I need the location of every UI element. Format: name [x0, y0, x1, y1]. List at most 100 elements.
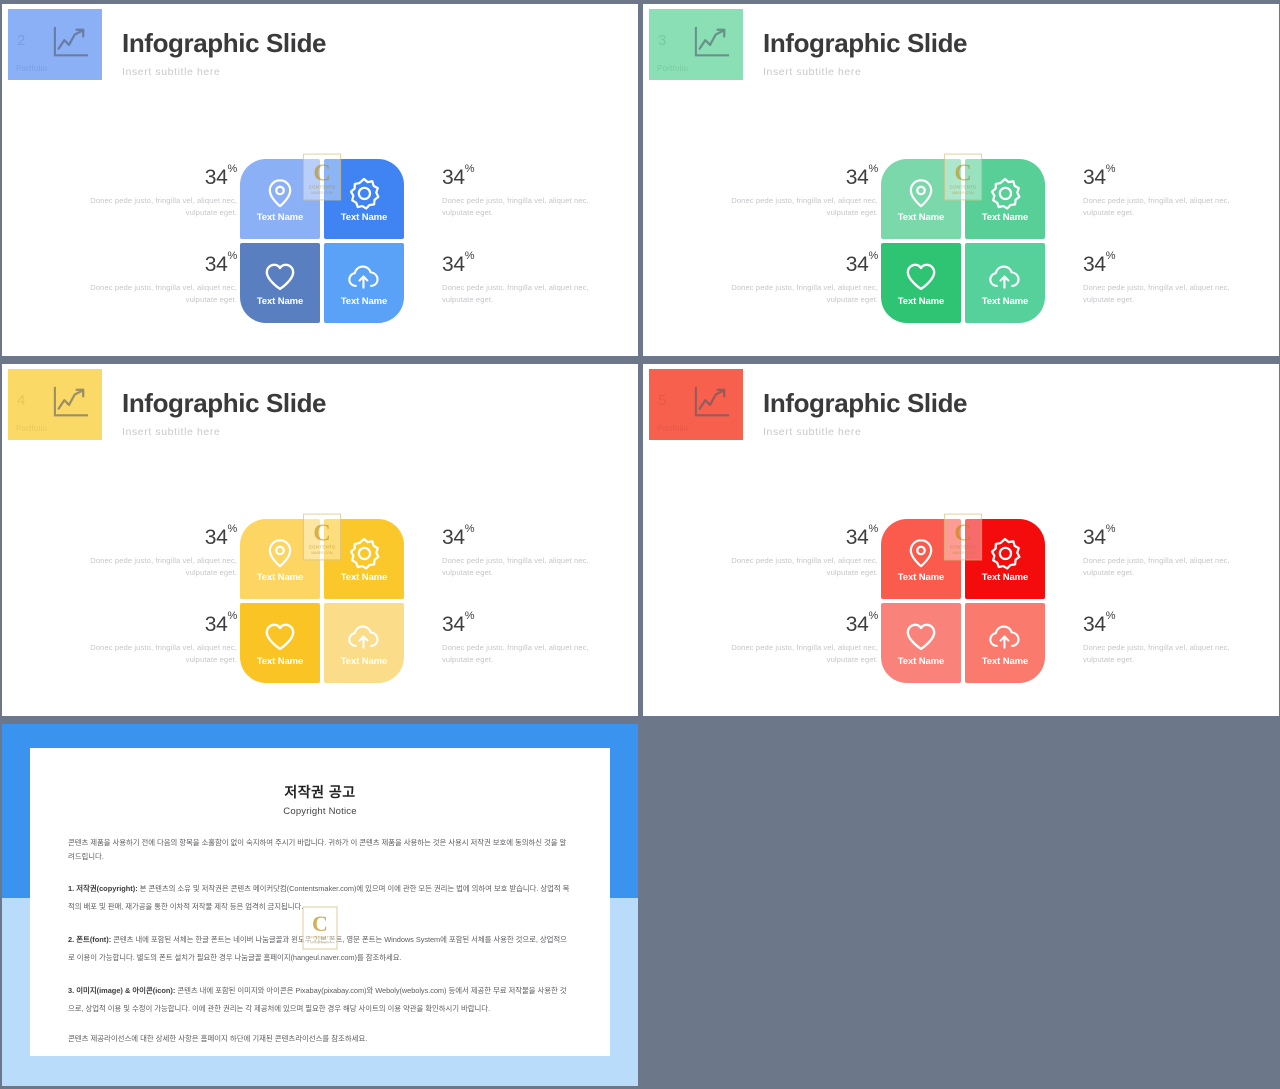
badge-number: 2 [17, 32, 26, 49]
stat-percent: 34% [845, 523, 879, 549]
slide-5[interactable]: 5 Portfolio Infographic Slide Insert subtit… [643, 364, 1279, 716]
petal-label: Text Name [981, 211, 1029, 223]
petal-label: Text Name [340, 211, 388, 223]
badge-subtitle: Portfolio [657, 64, 689, 73]
slide-copyright-notice[interactable]: 저작권 공고 Copyright Notice 콘텐츠 제품을 사용하기 전에 다음… [2, 724, 638, 1086]
copyright-paper: 저작권 공고 Copyright Notice 콘텐츠 제품을 사용하기 전에 다음… [30, 748, 610, 1056]
stat-percent: 34% [204, 523, 238, 549]
cloud-upload-icon [988, 260, 1022, 294]
petal-2[interactable]: Text Name [965, 519, 1045, 599]
stat-description: Donec pede justo, fringilla vel, aliquet… [731, 196, 878, 217]
stat-percent: 34% [1083, 610, 1116, 636]
petal-4[interactable]: Text Name [965, 243, 1045, 323]
stat-description: Donec pede justo, fringilla vel, aliquet… [442, 556, 589, 577]
petal-3[interactable]: Text Name [240, 243, 320, 323]
stat-percent: 34% [204, 163, 238, 189]
stat-description: Donec pede justo, fringilla vel, aliquet… [90, 196, 237, 217]
slide-3[interactable]: 3 Portfolio Infographic Slide Insert subtit… [643, 4, 1279, 356]
page-subtitle: Insert subtitle here [763, 426, 862, 438]
petal-1[interactable]: Text Name [881, 519, 961, 599]
location-pin-icon [263, 176, 297, 210]
stat-block-3: 34% Donec pede justo, fringilla vel, aliq… [77, 611, 237, 666]
stat-description: Donec pede justo, fringilla vel, aliquet… [731, 556, 878, 577]
stat-percent: 34% [1083, 250, 1116, 276]
slide-4[interactable]: 4 Portfolio Infographic Slide Insert subtit… [2, 364, 638, 716]
stat-description: Donec pede justo, fringilla vel, aliquet… [442, 643, 589, 664]
badge-number: 3 [658, 32, 667, 49]
petal-label: Text Name [256, 211, 304, 223]
stat-percent: 34% [442, 163, 475, 189]
petal-cluster: Text Name Text Name Text Name Text Name [881, 519, 1045, 683]
petal-label: Text Name [981, 655, 1029, 667]
copyright-outro: 콘텐츠 제공라이선스에 대한 상세한 사항은 홈페이지 하단에 기재된 콘텐츠라… [68, 1034, 368, 1044]
stat-block-4: 34% Donec pede justo, fringilla vel, aliq… [442, 251, 602, 306]
stat-percent: 34% [204, 250, 238, 276]
stat-percent: 34% [442, 610, 475, 636]
petal-label: Text Name [897, 655, 945, 667]
slide-2[interactable]: 2 Portfolio Infographic Slide Insert subtit… [2, 4, 638, 356]
stat-description: Donec pede justo, fringilla vel, aliquet… [1083, 643, 1230, 664]
petal-3[interactable]: Text Name [240, 603, 320, 683]
stat-block-1: 34% Donec pede justo, fringilla vel, aliq… [718, 523, 879, 579]
petal-label: Text Name [897, 295, 945, 307]
petal-3[interactable]: Text Name [881, 243, 961, 323]
petal-label: Text Name [340, 655, 388, 667]
heart-icon [904, 620, 938, 654]
stat-block-1: 34% Donec pede justo, fringilla vel, aliq… [77, 163, 238, 219]
stat-block-1: 34% Donec pede justo, fringilla vel, aliq… [77, 523, 238, 579]
petal-label: Text Name [256, 295, 304, 307]
petal-1[interactable]: Text Name [240, 159, 320, 239]
petal-2[interactable]: Text Name [324, 159, 404, 239]
petal-label: Text Name [897, 211, 945, 223]
stat-description: Donec pede justo, fringilla vel, aliquet… [90, 556, 237, 577]
line-chart-icon [51, 26, 89, 60]
stat-description: Donec pede justo, fringilla vel, aliquet… [442, 283, 589, 304]
badge-subtitle: Portfolio [16, 424, 48, 433]
stat-block-2: 34% Donec pede justo, fringilla vel, aliq… [442, 163, 602, 219]
stat-block-3: 34% Donec pede justo, fringilla vel, aliq… [77, 250, 238, 306]
stat-block-4: 34% Donec pede justo, fringilla vel, aliq… [442, 610, 602, 666]
cloud-upload-icon [988, 620, 1022, 654]
petal-4[interactable]: Text Name [965, 603, 1045, 683]
petal-4[interactable]: Text Name [324, 243, 404, 323]
copyright-watermark-logo [302, 906, 338, 950]
stat-block-2: 34% Donec pede justo, fringilla vel, aliq… [442, 523, 602, 579]
page-title: Infographic Slide [763, 388, 968, 418]
stat-description: Donec pede justo, fringilla vel, aliquet… [731, 283, 878, 304]
petal-3[interactable]: Text Name [881, 603, 961, 683]
stat-block-1: 34% Donec pede justo, fringilla vel, aliq… [718, 163, 879, 219]
badge-subtitle: Portfolio [16, 64, 48, 73]
petal-4[interactable]: Text Name [324, 603, 404, 683]
copyright-title-ko: 저작권 공고 [284, 784, 356, 800]
location-pin-icon [263, 536, 297, 570]
badge-subtitle: Portfolio [657, 424, 689, 433]
stat-percent: 34% [845, 610, 879, 636]
petal-2[interactable]: Text Name [965, 159, 1045, 239]
gear-sun-icon [347, 536, 381, 570]
location-pin-icon [904, 176, 938, 210]
stat-description: Donec pede justo, fringilla vel, aliquet… [90, 643, 237, 664]
heart-icon [263, 260, 297, 294]
slide-grid: 2 Portfolio Infographic Slide Insert subtit… [0, 0, 1280, 1089]
gear-sun-icon [988, 176, 1022, 210]
stat-percent: 34% [442, 523, 475, 549]
stat-block-2: 34% Donec pede justo, fringilla vel, aliq… [1083, 524, 1243, 579]
stat-description: Donec pede justo, fringilla vel, aliquet… [1083, 196, 1230, 217]
petal-1[interactable]: Text Name [881, 159, 961, 239]
page-title: Infographic Slide [122, 388, 327, 418]
cloud-upload-icon [347, 620, 381, 654]
line-chart-icon [692, 26, 730, 60]
stat-percent: 34% [845, 163, 879, 189]
slide-badge: 2 Portfolio [8, 9, 102, 80]
petal-label: Text Name [981, 295, 1029, 307]
petal-2[interactable]: Text Name [324, 519, 404, 599]
line-chart-icon [692, 386, 730, 420]
petal-label: Text Name [981, 571, 1029, 583]
slide-badge: 3 Portfolio [649, 9, 743, 80]
slide-badge: 4 Portfolio [8, 369, 102, 440]
stat-percent: 34% [845, 250, 879, 276]
stat-block-4: 34% Donec pede justo, fringilla vel, aliq… [1083, 250, 1243, 306]
petal-1[interactable]: Text Name [240, 519, 320, 599]
stat-block-4: 34% Donec pede justo, fringilla vel, aliq… [1083, 610, 1243, 666]
badge-number: 4 [17, 392, 26, 409]
